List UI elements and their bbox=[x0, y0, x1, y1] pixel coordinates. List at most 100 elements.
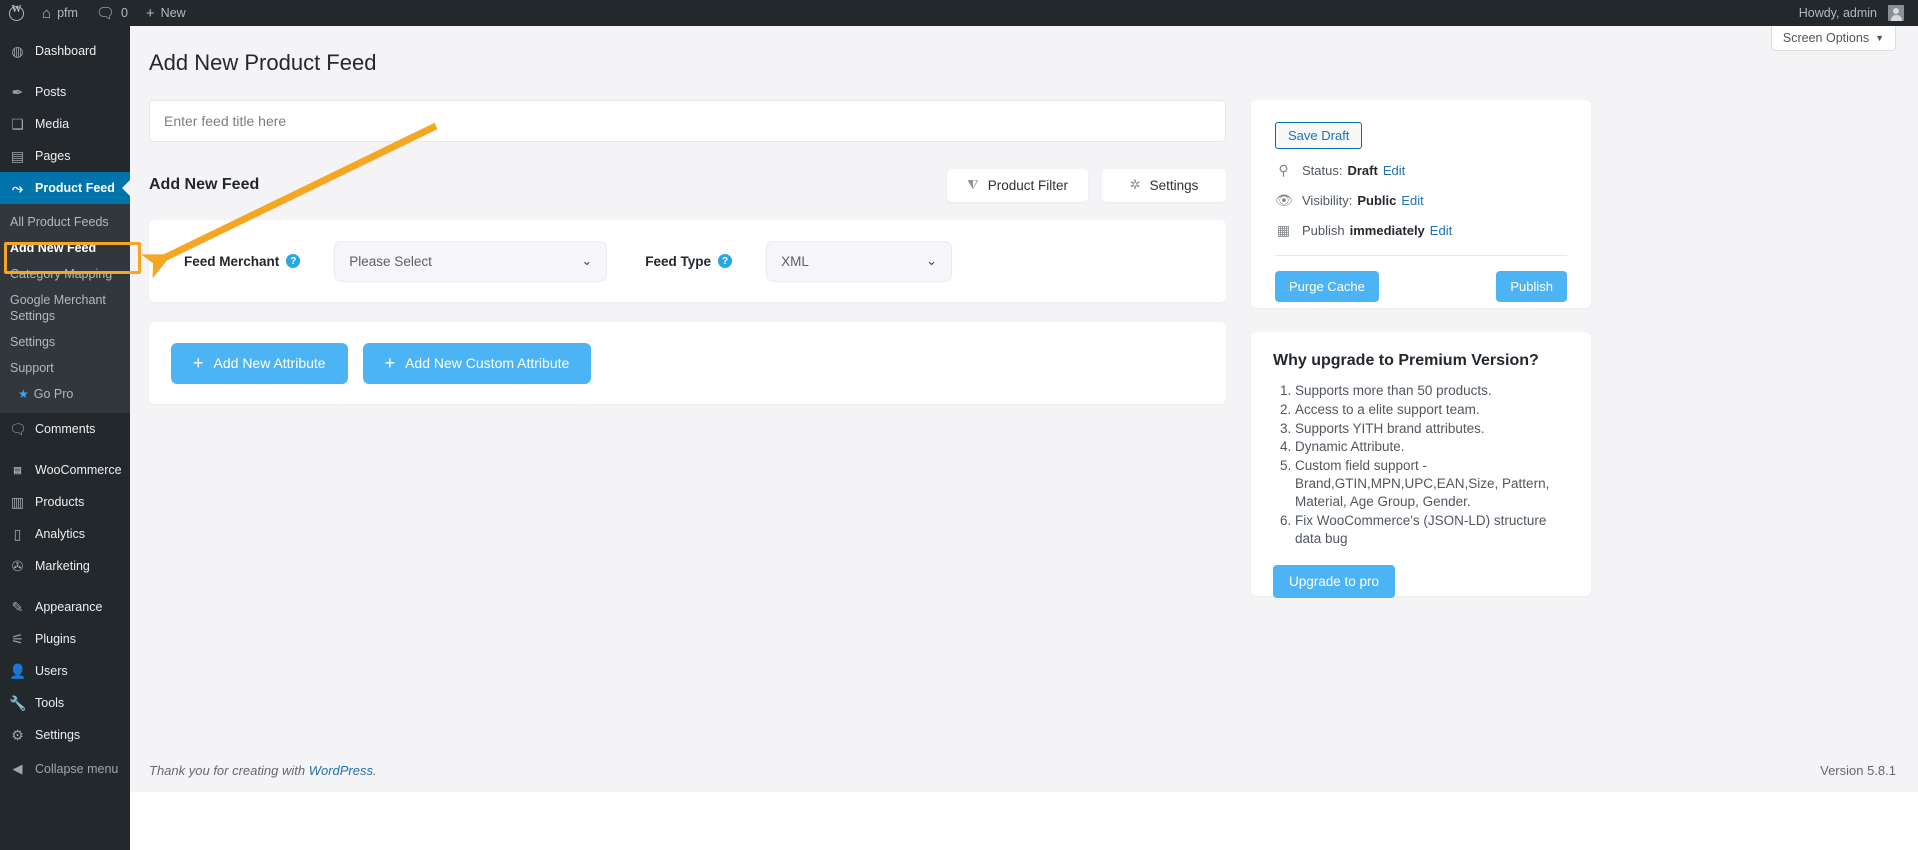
sidebar-top-spacer bbox=[0, 26, 130, 35]
sidebar-item-analytics[interactable]: ▯ Analytics bbox=[0, 518, 130, 550]
feed-title-input[interactable] bbox=[150, 101, 1225, 141]
page-title: Add New Product Feed bbox=[149, 50, 377, 75]
wordpress-link[interactable]: WordPress bbox=[309, 763, 373, 778]
feed-settings-button[interactable]: ✲ Settings bbox=[1102, 168, 1226, 202]
submenu-item-support[interactable]: Support bbox=[0, 355, 130, 381]
eye-icon: 👁 bbox=[1275, 192, 1293, 208]
chart-cart-icon: ⤳ bbox=[11, 180, 24, 196]
sidebar-item-label: Appearance bbox=[35, 600, 103, 614]
sidebar-item-label: Analytics bbox=[35, 527, 86, 541]
schedule-prefix: Publish bbox=[1302, 223, 1345, 238]
dashboard-icon: ◍ bbox=[11, 43, 24, 59]
sidebar-item-appearance[interactable]: ✎ Appearance bbox=[0, 591, 130, 623]
add-new-custom-attribute-label: Add New Custom Attribute bbox=[405, 355, 570, 371]
status-edit-link[interactable]: Edit bbox=[1383, 163, 1405, 178]
list-item: Fix WooCommerce's (JSON-LD) structure da… bbox=[1295, 512, 1569, 548]
add-new-custom-attribute-button[interactable]: + Add New Custom Attribute bbox=[362, 342, 592, 384]
sidebar-item-media[interactable]: ❏ Media bbox=[0, 108, 130, 140]
sidebar-item-posts[interactable]: ✒ Posts bbox=[0, 76, 130, 108]
sidebar-item-marketing[interactable]: ✇ Marketing bbox=[0, 550, 130, 582]
status-prefix: Status: bbox=[1302, 163, 1343, 178]
wp-logo-menu[interactable] bbox=[0, 0, 33, 26]
home-icon: ⌂ bbox=[42, 4, 52, 22]
submenu-item-go-pro[interactable]: ★ Go Pro bbox=[0, 381, 130, 407]
save-draft-button[interactable]: Save Draft bbox=[1275, 122, 1363, 149]
help-question-icon[interactable]: ? bbox=[718, 254, 733, 268]
main-content: Screen Options ▼ Add New Product Feed Ad… bbox=[130, 26, 1918, 850]
publish-button[interactable]: Publish bbox=[1496, 271, 1567, 302]
pin-icon: ✒ bbox=[11, 84, 24, 100]
sidebar-item-tools[interactable]: 🔧 Tools bbox=[0, 687, 130, 719]
chevron-down-icon: ▼ bbox=[1875, 33, 1884, 43]
purge-cache-button[interactable]: Purge Cache bbox=[1275, 271, 1379, 302]
sidebar-item-product-feed[interactable]: ⤳ Product Feed bbox=[0, 172, 130, 204]
avatar-icon bbox=[1888, 5, 1904, 21]
add-new-attribute-label: Add New Attribute bbox=[213, 355, 326, 371]
star-icon: ★ bbox=[18, 387, 29, 401]
screen-options-label: Screen Options bbox=[1782, 31, 1870, 45]
feed-merchant-select-wrap: Please Select ⌄ bbox=[334, 240, 608, 282]
list-item: Custom field support - Brand,GTIN,MPN,UP… bbox=[1295, 457, 1569, 510]
sidebar-sep-1 bbox=[0, 67, 130, 76]
submenu-item-add-new-feed[interactable]: Add New Feed bbox=[0, 235, 130, 261]
collapse-arrow-icon: ◀ bbox=[12, 761, 23, 776]
user-icon: 👤 bbox=[9, 663, 27, 679]
sidebar-item-comments[interactable]: 🗨 Comments bbox=[0, 413, 130, 445]
sidebar-item-label: Plugins bbox=[35, 632, 76, 646]
sidebar-item-label: WooCommerce bbox=[35, 463, 122, 477]
media-icon: ❏ bbox=[11, 116, 24, 132]
sidebar-item-pages[interactable]: ▤ Pages bbox=[0, 140, 130, 172]
sidebar-item-plugins[interactable]: ⚟ Plugins bbox=[0, 623, 130, 655]
feed-type-select[interactable]: XML bbox=[766, 240, 953, 282]
sidebar-item-label: Posts bbox=[35, 85, 67, 99]
comments-bubble[interactable]: 🗨 0 bbox=[87, 0, 137, 26]
schedule-row: ▦ Publish immediately Edit bbox=[1275, 222, 1567, 239]
help-question-icon[interactable]: ? bbox=[286, 254, 301, 268]
submenu-item-settings[interactable]: Settings bbox=[0, 329, 130, 355]
woocommerce-icon: ▤ bbox=[13, 465, 22, 475]
feed-merchant-select[interactable]: Please Select bbox=[334, 240, 608, 282]
paintbrush-icon: ✎ bbox=[11, 599, 24, 615]
new-content-menu[interactable]: + New bbox=[137, 0, 195, 26]
collapse-menu-button[interactable]: ◀ Collapse menu bbox=[0, 751, 130, 787]
visibility-edit-link[interactable]: Edit bbox=[1401, 193, 1423, 208]
footer-thankyou: Thank you for creating with WordPress. bbox=[149, 763, 377, 778]
my-account-menu[interactable]: Howdy, admin bbox=[1790, 0, 1918, 26]
product-feed-submenu: All Product Feeds Add New Feed Category … bbox=[0, 204, 130, 413]
schedule-edit-link[interactable]: Edit bbox=[1430, 223, 1452, 238]
feed-section-heading: Add New Feed bbox=[149, 176, 260, 193]
publish-box-actions: Purge Cache Publish bbox=[1275, 271, 1567, 302]
feed-merchant-row: Feed Merchant ? Please Select ⌄ Feed Typ… bbox=[149, 220, 1226, 302]
admin-footer: Thank you for creating with WordPress. V… bbox=[130, 763, 1918, 778]
list-item: Supports more than 50 products. bbox=[1295, 382, 1569, 400]
sidebar-item-users[interactable]: 👤 Users bbox=[0, 655, 130, 687]
premium-box-title: Why upgrade to Premium Version? bbox=[1273, 352, 1539, 369]
sidebar-item-label: Products bbox=[35, 495, 85, 509]
pin-marker-icon: ⚲ bbox=[1278, 162, 1289, 178]
site-name-menu[interactable]: ⌂ pfm bbox=[33, 0, 87, 26]
sidebar-item-label: Pages bbox=[35, 149, 71, 163]
sidebar-item-products[interactable]: ▥ Products bbox=[0, 486, 130, 518]
go-pro-label: Go Pro bbox=[33, 387, 74, 401]
feed-merchant-label-group: Feed Merchant ? bbox=[184, 254, 301, 269]
upgrade-to-pro-button[interactable]: Upgrade to pro bbox=[1273, 565, 1396, 599]
publish-box: Save Draft ⚲ Status: Draft Edit 👁 Visibi… bbox=[1251, 100, 1591, 308]
feed-header-buttons: ⧨ Product Filter ✲ Settings bbox=[947, 168, 1226, 202]
feed-type-select-wrap: XML ⌄ bbox=[766, 240, 953, 282]
attribute-button-group: + Add New Attribute + Add New Custom Att… bbox=[149, 322, 1226, 404]
product-filter-label: Product Filter bbox=[987, 177, 1068, 193]
schedule-value: immediately bbox=[1349, 223, 1425, 238]
screen-options-toggle[interactable]: Screen Options ▼ bbox=[1770, 26, 1896, 51]
submenu-item-category-mapping[interactable]: Category Mapping bbox=[0, 261, 130, 287]
plus-icon: + bbox=[384, 353, 396, 373]
feed-section-header: Add New Feed ⧨ Product Filter ✲ Settings bbox=[149, 160, 1226, 210]
product-filter-button[interactable]: ⧨ Product Filter bbox=[947, 168, 1088, 202]
sidebar-item-dashboard[interactable]: ◍ Dashboard bbox=[0, 35, 130, 67]
visibility-prefix: Visibility: bbox=[1302, 193, 1353, 208]
sidebar-item-woocommerce[interactable]: ▤ WooCommerce bbox=[0, 454, 130, 486]
submenu-item-all-product-feeds[interactable]: All Product Feeds bbox=[0, 209, 130, 235]
submenu-item-google-merchant-settings[interactable]: Google Merchant Settings bbox=[0, 287, 130, 329]
sidebar-item-settings[interactable]: ⚙ Settings bbox=[0, 719, 130, 751]
add-new-attribute-button[interactable]: + Add New Attribute bbox=[171, 342, 348, 384]
plus-icon: + bbox=[145, 4, 155, 22]
